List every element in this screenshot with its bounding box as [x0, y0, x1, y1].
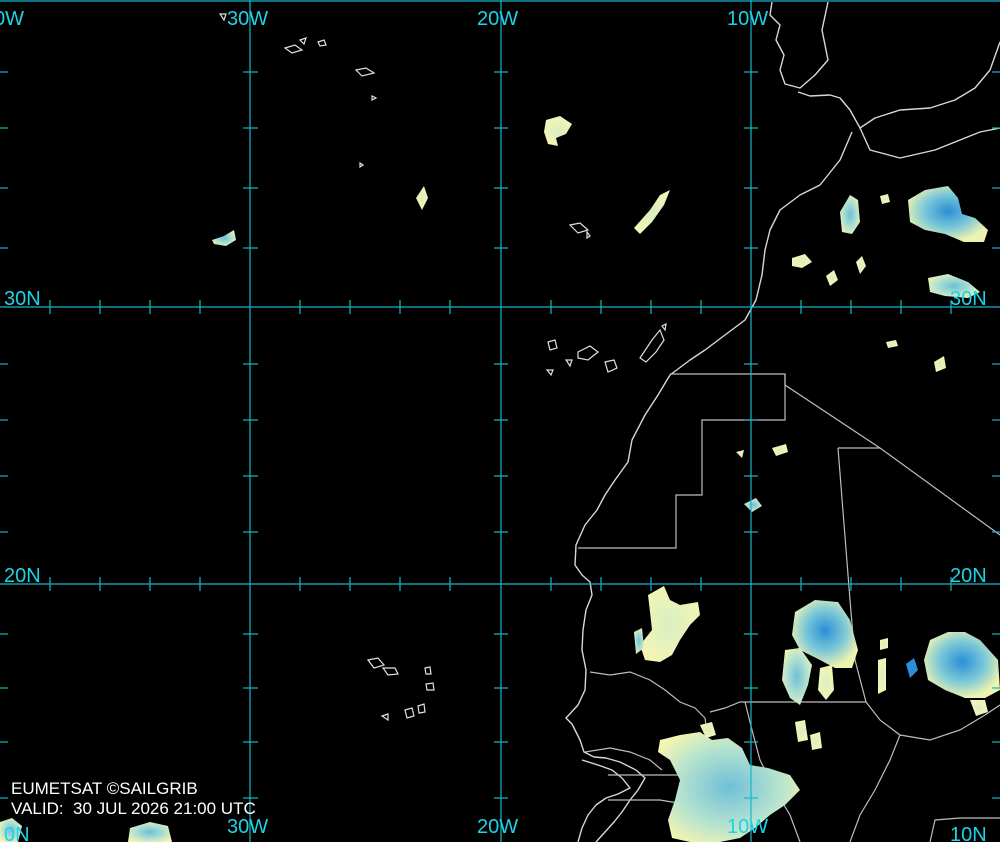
lat-label-right: 30N	[950, 288, 987, 310]
graticule-ticks	[0, 71, 1000, 799]
lon-label-top: 0W	[0, 8, 24, 30]
borders	[578, 373, 1000, 842]
lon-label-top: 30W	[227, 8, 268, 30]
lat-label-left: 20N	[4, 565, 41, 587]
valid-time-text: VALID: 30 JUL 2026 21:00 UTC	[11, 799, 256, 818]
lat-label-left: 30N	[4, 288, 41, 310]
graticule	[0, 0, 1000, 842]
islands	[218, 13, 667, 722]
lon-label-bottom: 20W	[477, 816, 518, 838]
lon-label-top: 20W	[477, 8, 518, 30]
coastline	[565, 1, 1000, 842]
lat-label-right: 20N	[950, 565, 987, 587]
lat-label-left: 0N	[4, 824, 30, 842]
lon-label-bottom: 30W	[227, 816, 268, 838]
credit-text: EUMETSAT ©SAILGRIB	[11, 779, 198, 798]
lon-label-bottom: 10W	[727, 816, 768, 838]
lat-label-right: 10N	[950, 824, 987, 842]
cloud-cover	[0, 116, 1000, 842]
satellite-map: 0W 30W 20W 10W 30W 20W 10W 30N 30N 20N 2…	[0, 0, 1000, 842]
lon-label-top: 10W	[727, 8, 768, 30]
